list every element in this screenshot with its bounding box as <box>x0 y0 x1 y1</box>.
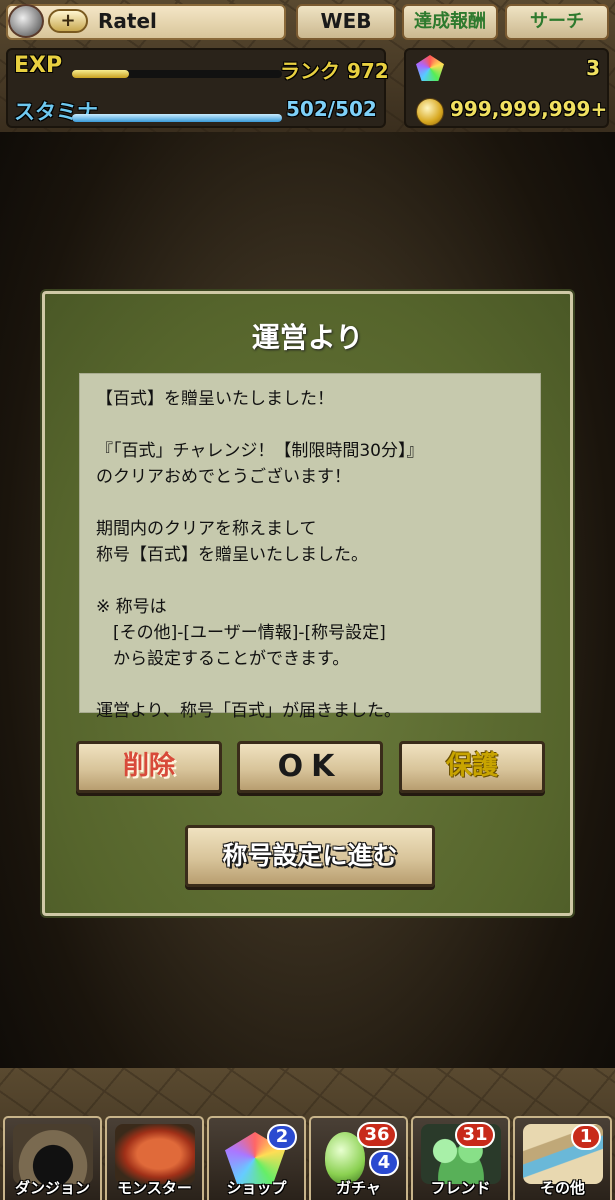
message-line: のクリアおめでとうございます！ <box>96 467 351 487</box>
message-box: 【百式】を贈呈いたしました！ 『「百式」チャレンジ！【制限時間30分】』 のクリ… <box>79 373 541 721</box>
dragon-icon <box>115 1124 195 1184</box>
title-settings-button[interactable]: 称号設定に進む <box>185 825 435 887</box>
exp-bar-fill <box>72 70 129 78</box>
protect-button[interactable]: 保護 <box>399 741 545 793</box>
tab-label: ガチャ <box>336 1179 381 1197</box>
tab-friend[interactable]: 31 フレンド <box>411 1116 510 1200</box>
message-line: 運営より、称号「百式」が届きました。 <box>96 701 401 721</box>
coin-icon <box>416 98 444 126</box>
stamina-value: 502/502 <box>286 97 377 121</box>
magic-stone-count: 3 <box>586 56 600 80</box>
tab-shop[interactable]: 2 ショップ <box>207 1116 306 1200</box>
tab-label: ショップ <box>226 1179 287 1197</box>
tab-label: ダンジョン <box>14 1179 90 1197</box>
rank-text: ランク 972 <box>280 59 389 83</box>
message-line <box>96 490 540 516</box>
notification-badge: 1 <box>571 1124 601 1150</box>
dungeon-gate-icon <box>13 1124 93 1184</box>
web-button[interactable]: WEB <box>296 4 396 40</box>
stamina-bar-fill <box>72 114 282 122</box>
tab-other[interactable]: 1 その他 <box>513 1116 612 1200</box>
exp-label: EXP <box>14 53 63 78</box>
message-line: ※ 称号は <box>96 597 167 617</box>
achievement-rewards-button[interactable]: 達成報酬 <box>402 4 498 40</box>
notification-badge: 31 <box>455 1122 495 1148</box>
plus-badge: + <box>48 9 88 33</box>
delete-button[interactable]: 削除 <box>76 741 222 793</box>
ok-button[interactable]: OK <box>237 741 383 793</box>
message-line <box>96 672 540 698</box>
player-avatar-icon[interactable] <box>8 4 44 38</box>
message-line <box>96 412 540 438</box>
message-line: [その他]-[ユーザー情報]-[称号設定] <box>96 623 386 643</box>
tab-dungeon[interactable]: ダンジョン <box>3 1116 102 1200</box>
dialog-title: 運営より <box>251 321 364 354</box>
notification-badge: 36 <box>357 1122 397 1148</box>
message-line: 『「百式」チャレンジ！【制限時間30分】』 <box>96 441 424 461</box>
notification-badge: 4 <box>369 1150 399 1176</box>
tab-label: モンスター <box>117 1179 192 1197</box>
coin-count: 999,999,999+ <box>450 97 608 121</box>
tab-label: フレンド <box>430 1179 491 1197</box>
stamina-bar <box>72 114 282 122</box>
message-line: 期間内のクリアを称えまして <box>96 519 317 539</box>
tab-label: その他 <box>539 1179 585 1197</box>
tab-gacha[interactable]: 36 4 ガチャ <box>309 1116 408 1200</box>
message-line <box>96 568 540 594</box>
message-line: 称号【百式】を贈呈いたしました。 <box>96 545 368 565</box>
search-button[interactable]: サーチ <box>505 4 609 40</box>
exp-bar <box>72 70 282 78</box>
mail-dialog: 運営より 【百式】を贈呈いたしました！ 『「百式」チャレンジ！【制限時間30分】… <box>42 291 573 916</box>
tab-monster[interactable]: モンスター <box>105 1116 204 1200</box>
notification-badge: 2 <box>267 1124 297 1150</box>
message-line: から設定することができます。 <box>96 649 350 669</box>
player-name: Ratel <box>98 9 157 33</box>
message-line: 【百式】を贈呈いたしました！ <box>96 389 334 409</box>
